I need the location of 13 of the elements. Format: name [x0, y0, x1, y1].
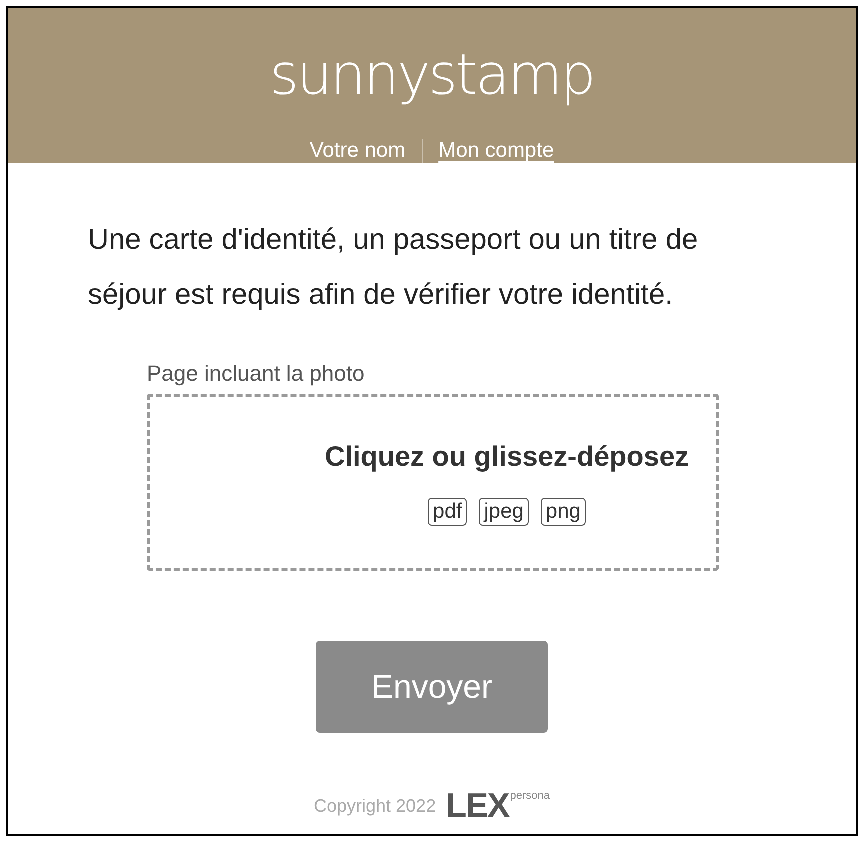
- copyright-text: Copyright 2022: [314, 795, 436, 818]
- upload-label: Page incluant la photo: [147, 362, 366, 386]
- upload-dropzone[interactable]: Cliquez ou glissez-déposez pdf jpeg png: [147, 394, 719, 571]
- user-name-text: Votre nom: [310, 138, 406, 164]
- account-link[interactable]: Mon compte: [438, 138, 554, 164]
- file-format-tag: png: [540, 498, 586, 526]
- file-format-tag: pdf: [428, 498, 468, 526]
- brand-logo-superscript: persona: [510, 790, 550, 802]
- brand-logo: LEX: [446, 790, 510, 822]
- file-format-tag: jpeg: [479, 498, 529, 526]
- site-logo: sunnystamp: [270, 42, 594, 110]
- intro-text: Une carte d'identité, un passeport ou un titre de séjour est requis afin de vérifier votre identité.: [88, 223, 700, 313]
- upload-prompt: Cliquez ou glissez-déposez: [324, 441, 690, 473]
